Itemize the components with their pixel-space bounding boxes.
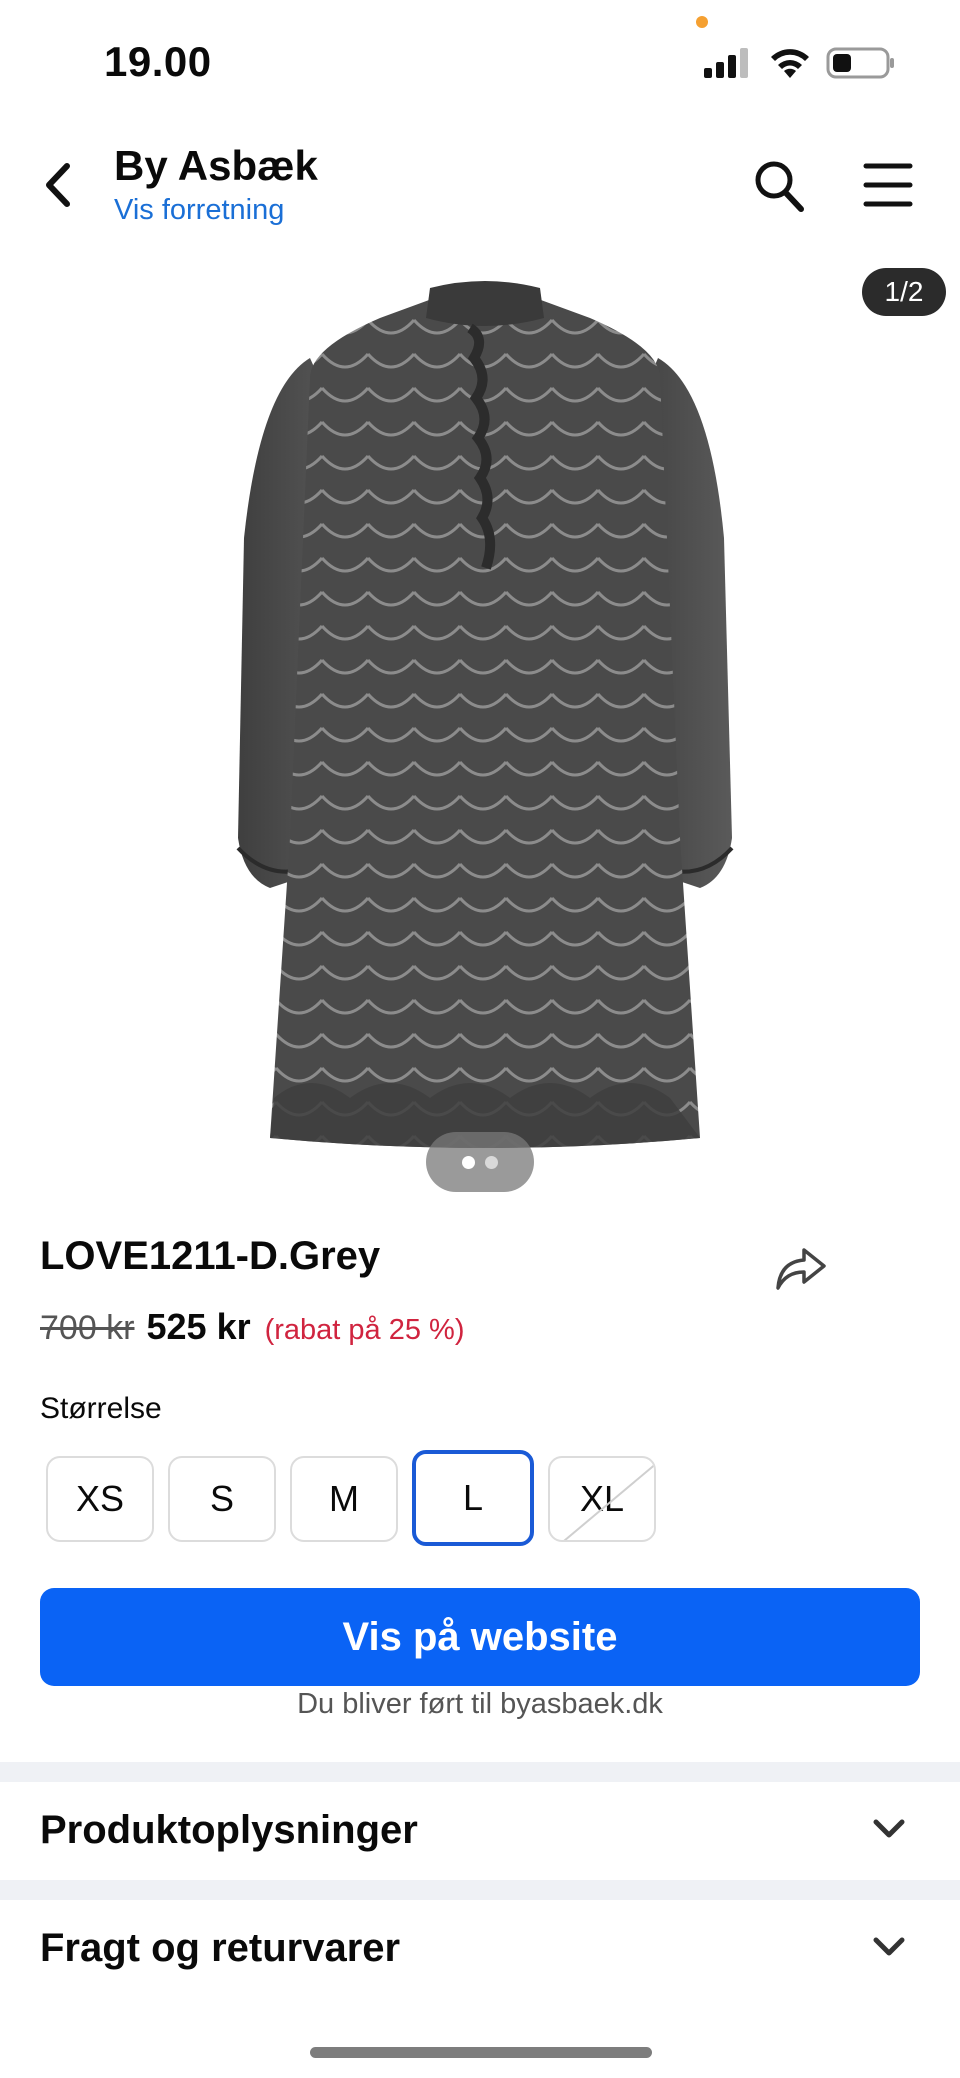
privacy-indicator-dot [696,16,708,28]
menu-button[interactable] [862,160,914,210]
gallery-pagination-dots[interactable] [426,1132,534,1192]
section-divider [0,1880,960,1900]
size-label: Størrelse [40,1392,162,1425]
size-option-xl[interactable]: XL [548,1456,656,1542]
chevron-down-icon [873,1819,905,1838]
price-row: 700 kr 525 kr (rabat på 25 %) [40,1306,465,1348]
chevron-left-icon [46,163,70,207]
sale-price: 525 kr [146,1306,251,1347]
section-divider [0,1762,960,1782]
share-button[interactable] [772,1244,830,1294]
view-on-website-button[interactable]: Vis på website [40,1588,920,1686]
view-shop-link[interactable]: Vis forretning [114,194,284,227]
size-option-s[interactable]: S [168,1456,276,1542]
status-time: 19.00 [104,38,212,85]
top-nav: By Asbæk Vis forretning [0,130,960,240]
pagination-dot-active [462,1155,475,1169]
battery-icon [826,47,894,79]
image-counter-badge: 1/2 [862,268,946,316]
discount-label: (rabat på 25 %) [264,1314,465,1346]
size-option-l[interactable]: L [412,1450,534,1546]
accordion-product-info[interactable]: Produktoplysninger [0,1782,960,1880]
cellular-signal-icon [704,48,748,78]
hamburger-menu-icon [863,163,913,207]
status-bar: 19.00 [0,0,960,120]
product-image-gallery[interactable]: 1/2 [0,258,960,1198]
accordion-shipping-returns[interactable]: Fragt og returvarer [0,1900,960,1998]
shop-name: By Asbæk [114,142,318,189]
redirect-note: Du bliver ført til byasbaek.dk [297,1688,663,1720]
pagination-dot [485,1155,498,1169]
size-selector: XS S M L XL [46,1450,656,1546]
product-image-dress [236,281,734,1148]
search-icon [755,161,804,212]
original-price: 700 kr [40,1309,135,1347]
product-title: LOVE1211-D.Grey [40,1234,381,1278]
home-indicator[interactable] [310,2047,652,2058]
wifi-icon [771,49,809,78]
accordion-title: Produktoplysninger [40,1808,418,1852]
size-option-xs[interactable]: XS [46,1456,154,1542]
back-button[interactable] [36,156,80,214]
share-icon [776,1248,826,1290]
accordion-title: Fragt og returvarer [40,1926,401,1970]
search-button[interactable] [752,158,806,214]
chevron-down-icon [873,1937,905,1956]
size-option-m[interactable]: M [290,1456,398,1542]
